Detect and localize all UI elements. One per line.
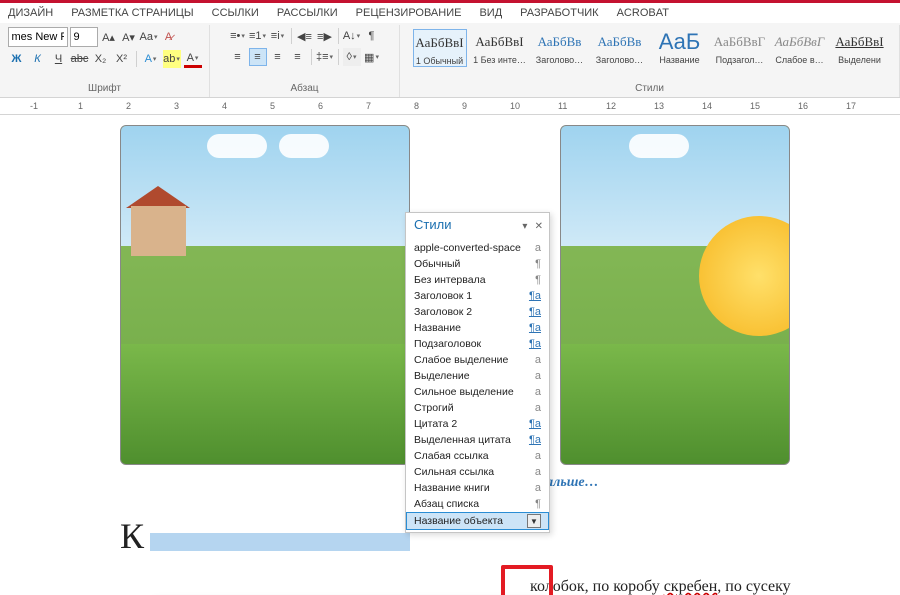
style-list-item[interactable]: Название¶a: [406, 320, 549, 336]
style-list-item[interactable]: Цитата 2¶a: [406, 416, 549, 432]
style-list-item[interactable]: Заголовок 1¶a: [406, 288, 549, 304]
ruler-tick: 5: [270, 101, 275, 111]
highlight-icon[interactable]: ab: [163, 50, 181, 68]
group-label-styles: Стили: [635, 82, 664, 95]
tab-layout[interactable]: РАЗМЕТКА СТРАНИЦЫ: [71, 7, 193, 19]
ruler-tick: 2: [126, 101, 131, 111]
change-case-icon[interactable]: Aa: [140, 28, 158, 46]
align-center-icon[interactable]: ≡: [249, 48, 267, 66]
style-list-item[interactable]: Обычный¶: [406, 256, 549, 272]
tab-design[interactable]: ДИЗАЙН: [8, 7, 53, 19]
ruler-tick: 16: [798, 101, 808, 111]
style-gallery-item[interactable]: АаБбВвГПодзагол…: [713, 29, 767, 65]
style-list-item[interactable]: Слабая ссылкаa: [406, 448, 549, 464]
sort-icon[interactable]: A↓: [343, 27, 361, 45]
ruler-tick: 14: [702, 101, 712, 111]
group-label-para: Абзац: [290, 82, 318, 95]
underline-icon[interactable]: Ч: [50, 50, 68, 68]
style-list-item[interactable]: Сильное выделениеa: [406, 384, 549, 400]
ruler[interactable]: -11234567891011121314151617: [0, 98, 900, 115]
subscript-icon[interactable]: X₂: [92, 50, 110, 68]
pane-close-icon[interactable]: ✕: [535, 221, 543, 232]
style-gallery-item[interactable]: АаБбВвГСлабое в…: [773, 29, 827, 65]
bold-icon[interactable]: Ж: [8, 50, 26, 68]
style-gallery-item[interactable]: АаБбВвІ1 Обычный: [413, 29, 467, 67]
styles-gallery[interactable]: АаБбВвІ1 ОбычныйАаБбВвІ1 Без инте…АаБбВв…: [409, 27, 891, 69]
tab-mailings[interactable]: РАССЫЛКИ: [277, 7, 338, 19]
style-gallery-item[interactable]: АаБбВвІ1 Без инте…: [473, 29, 527, 65]
bullets-icon[interactable]: ≡•: [229, 27, 247, 45]
dec-indent-icon[interactable]: ◀≡: [296, 27, 314, 45]
style-gallery-item[interactable]: АаБбВвІВыделени: [833, 29, 887, 65]
ruler-tick: 11: [558, 101, 567, 111]
tab-developer[interactable]: РАЗРАБОТЧИК: [520, 7, 598, 19]
ruler-tick: 9: [462, 101, 467, 111]
ruler-tick: 1: [78, 101, 83, 111]
style-list-item[interactable]: Слабое выделениеa: [406, 352, 549, 368]
superscript-icon[interactable]: X²: [113, 50, 131, 68]
ruler-tick: 4: [222, 101, 227, 111]
inc-indent-icon[interactable]: ≡▶: [316, 27, 334, 45]
ruler-tick: 13: [654, 101, 664, 111]
style-list-item[interactable]: apple-converted-spacea: [406, 240, 549, 256]
drop-cap: К: [120, 515, 144, 557]
align-left-icon[interactable]: ≡: [229, 48, 247, 66]
style-list-item[interactable]: Выделениеa: [406, 368, 549, 384]
ruler-tick: 10: [510, 101, 520, 111]
borders-icon[interactable]: ▦: [363, 48, 381, 66]
style-gallery-item[interactable]: АаБНазвание: [653, 29, 707, 65]
ruler-tick: 6: [318, 101, 323, 111]
ruler-tick: 12: [606, 101, 616, 111]
style-list-item[interactable]: Абзац списка¶: [406, 496, 549, 512]
italic-icon[interactable]: К: [29, 50, 47, 68]
style-list-item[interactable]: Строгийa: [406, 400, 549, 416]
tab-acrobat[interactable]: ACROBAT: [617, 7, 669, 19]
style-list-item[interactable]: Название объекта▼: [406, 512, 549, 530]
style-gallery-item[interactable]: АаБбВвЗаголово…: [533, 29, 587, 65]
tab-review[interactable]: РЕЦЕНЗИРОВАНИЕ: [356, 7, 462, 19]
font-name-combo[interactable]: [8, 27, 68, 47]
styles-pane-title: Стили: [414, 217, 451, 232]
ruler-tick: 7: [366, 101, 371, 111]
line-spacing-icon[interactable]: ‡≡: [316, 48, 334, 66]
style-list-item[interactable]: Название книгиa: [406, 480, 549, 496]
numbering-icon[interactable]: ≡1: [249, 27, 267, 45]
font-size-combo[interactable]: [70, 27, 98, 47]
ruler-tick: 8: [414, 101, 419, 111]
illustration-left: [120, 125, 410, 465]
style-list-item[interactable]: Подзаголовок¶a: [406, 336, 549, 352]
style-list-item[interactable]: Без интервала¶: [406, 272, 549, 288]
strike-icon[interactable]: abc: [71, 50, 89, 68]
body-text[interactable]: колобок, по коробу скребен, по сусеку л,…: [120, 575, 860, 595]
grow-font-icon[interactable]: A▴: [100, 28, 118, 46]
style-gallery-item[interactable]: АаБбВвЗаголово…: [593, 29, 647, 65]
ruler-tick: 3: [174, 101, 179, 111]
ruler-tick: 17: [846, 101, 856, 111]
style-list-item[interactable]: Сильная ссылкаa: [406, 464, 549, 480]
justify-icon[interactable]: ≡: [289, 48, 307, 66]
pane-options-icon[interactable]: ▾: [522, 221, 527, 232]
text-effects-icon[interactable]: A: [142, 50, 160, 68]
ribbon: A▴ A▾ Aa A̷ Ж К Ч abc X₂ X² A ab A Шрифт: [0, 23, 900, 98]
tab-view[interactable]: ВИД: [479, 7, 502, 19]
shrink-font-icon[interactable]: A▾: [120, 28, 138, 46]
style-list-item[interactable]: Выделенная цитата¶a: [406, 432, 549, 448]
illustration-right: [560, 125, 790, 465]
multilevel-icon[interactable]: ≡i: [269, 27, 287, 45]
pilcrow-icon[interactable]: ¶: [363, 27, 381, 45]
style-dropdown-icon[interactable]: ▼: [527, 514, 541, 528]
ribbon-tabs: ДИЗАЙН РАЗМЕТКА СТРАНИЦЫ ССЫЛКИ РАССЫЛКИ…: [0, 3, 900, 23]
tab-links[interactable]: ССЫЛКИ: [212, 7, 259, 19]
align-right-icon[interactable]: ≡: [269, 48, 287, 66]
font-color-icon[interactable]: A: [184, 50, 202, 68]
group-label-font: Шрифт: [88, 82, 121, 95]
shading-icon[interactable]: ◊: [343, 48, 361, 66]
document-area[interactable]: И пошел колобок дальше… К колобок, по ко…: [0, 115, 900, 595]
styles-pane[interactable]: Стили ▾ ✕ apple-converted-spaceaОбычный¶…: [405, 212, 550, 533]
text-selection: [150, 533, 410, 551]
style-list-item[interactable]: Заголовок 2¶a: [406, 304, 549, 320]
ruler-tick: -1: [30, 101, 38, 111]
clear-format-icon[interactable]: A̷: [160, 28, 178, 46]
ruler-tick: 15: [750, 101, 760, 111]
